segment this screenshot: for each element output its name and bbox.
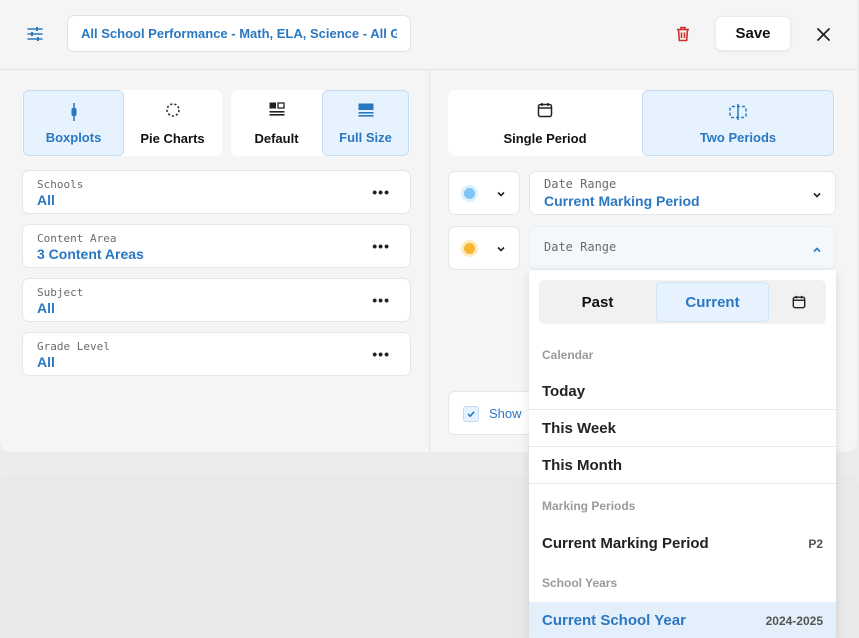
grade-level-filter[interactable]: Grade Level All ••• — [22, 332, 411, 376]
option-label: This Week — [542, 420, 616, 437]
option-this-month[interactable]: This Month — [529, 447, 836, 484]
default-option[interactable]: Default — [232, 90, 321, 156]
option-detail: 2024-2025 — [765, 614, 823, 628]
show-checkbox[interactable] — [463, 406, 479, 422]
option-detail: P2 — [808, 537, 823, 551]
calendar-icon — [537, 102, 553, 121]
option-label: Today — [542, 383, 586, 400]
school-years-section-heading: School Years — [542, 576, 618, 590]
calendar-section-heading: Calendar — [542, 348, 594, 362]
chevron-down-icon — [496, 186, 506, 204]
option-current-marking-period[interactable]: Current Marking Period P2 — [529, 525, 836, 562]
two-periods-label: Two Periods — [699, 130, 777, 145]
period-1-date-range-label: Date Range — [544, 177, 617, 191]
chevron-down-icon — [496, 241, 506, 259]
save-button[interactable]: Save — [715, 16, 791, 51]
two-periods-option[interactable]: Two Periods — [642, 90, 834, 156]
boxplots-label: Boxplots — [45, 130, 102, 145]
full-size-label: Full Size — [339, 130, 392, 145]
option-today[interactable]: Today — [529, 373, 836, 410]
split-icon — [729, 103, 747, 124]
default-label: Default — [254, 131, 299, 146]
period-1-color-dot — [464, 188, 475, 199]
tab-current[interactable]: Current — [656, 282, 769, 322]
pie-charts-label: Pie Charts — [140, 131, 205, 146]
content-area-filter-label: Content Area — [37, 232, 117, 245]
option-current-school-year[interactable]: Current School Year 2024-2025 — [529, 602, 836, 638]
period-1-date-range-value: Current Marking Period — [544, 193, 700, 209]
schools-filter-value: All — [37, 192, 55, 208]
show-option-row: Show — [448, 391, 538, 435]
option-label: This Month — [542, 457, 622, 474]
report-title-input[interactable] — [67, 15, 411, 52]
single-period-option[interactable]: Single Period — [449, 90, 641, 156]
content-area-filter[interactable]: Content Area 3 Content Areas ••• — [22, 224, 411, 268]
boxplot-icon — [70, 103, 78, 124]
content-area-filter-value: 3 Content Areas — [37, 246, 144, 262]
filter-settings-icon[interactable] — [22, 22, 48, 46]
more-options-icon[interactable]: ••• — [372, 292, 390, 308]
schools-filter-label: Schools — [37, 178, 84, 191]
single-period-label: Single Period — [503, 131, 587, 146]
period-2-color-picker[interactable] — [448, 226, 520, 270]
period-1-color-picker[interactable] — [448, 171, 520, 215]
size-mode-toggle: Default Full Size — [231, 90, 410, 156]
grade-level-filter-label: Grade Level — [37, 340, 110, 353]
period-2-date-range[interactable]: Date Range — [529, 226, 836, 270]
full-size-option[interactable]: Full Size — [322, 90, 409, 156]
grade-level-filter-value: All — [37, 354, 55, 370]
option-this-week[interactable]: This Week — [529, 410, 836, 447]
period-1-date-range[interactable]: Date Range Current Marking Period — [529, 171, 836, 215]
show-label: Show — [489, 406, 522, 421]
chevron-down-icon — [812, 187, 822, 205]
marking-periods-section-heading: Marking Periods — [542, 499, 636, 513]
chart-type-toggle: Boxplots Pie Charts — [22, 90, 222, 156]
more-options-icon[interactable]: ••• — [372, 238, 390, 254]
pie-charts-option[interactable]: Pie Charts — [124, 90, 221, 156]
top-bar: Save — [0, 0, 857, 70]
option-label: Current School Year — [542, 612, 686, 629]
pie-chart-icon — [165, 102, 181, 121]
option-label: Current Marking Period — [542, 535, 709, 552]
full-size-icon — [358, 103, 374, 120]
more-options-icon[interactable]: ••• — [372, 346, 390, 362]
more-options-icon[interactable]: ••• — [372, 184, 390, 200]
subject-filter-label: Subject — [37, 286, 84, 299]
date-range-tabs: Past Current — [539, 280, 826, 324]
schools-filter[interactable]: Schools All ••• — [22, 170, 411, 214]
date-range-dropdown: Past Current Calendar Today This Week Th… — [529, 270, 836, 638]
subject-filter-value: All — [37, 300, 55, 316]
column-divider — [429, 70, 430, 452]
close-icon[interactable] — [811, 22, 835, 46]
subject-filter[interactable]: Subject All ••• — [22, 278, 411, 322]
default-layout-icon — [269, 102, 285, 119]
period-mode-toggle: Single Period Two Periods — [448, 90, 835, 156]
period-2-date-range-label: Date Range — [544, 240, 617, 254]
delete-icon[interactable] — [672, 22, 694, 46]
custom-date-calendar-icon[interactable] — [779, 282, 819, 322]
boxplots-option[interactable]: Boxplots — [23, 90, 124, 156]
tab-past[interactable]: Past — [541, 282, 654, 322]
period-2-color-dot — [464, 243, 475, 254]
chevron-up-icon — [812, 242, 822, 260]
